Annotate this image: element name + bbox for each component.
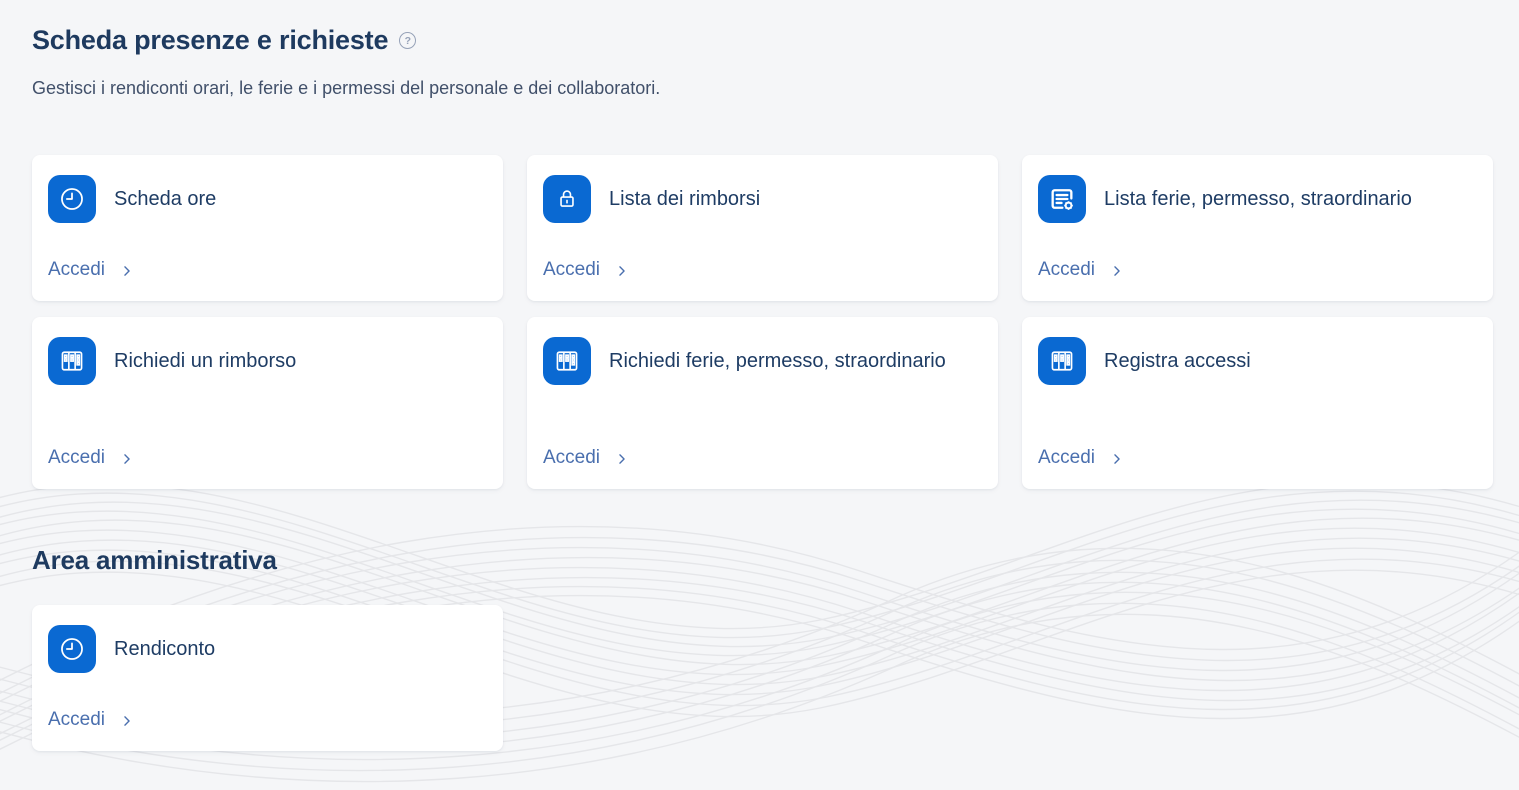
card-title: Rendiconto	[114, 636, 215, 662]
chevron-right-icon	[120, 452, 134, 466]
card-richiedi-rimborso[interactable]: Richiedi un rimborso Accedi	[32, 317, 503, 489]
card-scheda-ore[interactable]: Scheda ore Accedi	[32, 155, 503, 301]
page-header: Scheda presenze e richieste ? Gestisci i…	[32, 24, 1493, 99]
lock-icon	[543, 175, 591, 223]
accedi-link[interactable]: Accedi	[48, 447, 134, 469]
chevron-right-icon	[120, 264, 134, 278]
section-title-area-amministrativa: Area amministrativa	[32, 545, 1493, 575]
card-title: Lista dei rimborsi	[609, 186, 760, 212]
accedi-label: Accedi	[1038, 259, 1095, 281]
card-title: Registra accessi	[1104, 348, 1251, 374]
accedi-link[interactable]: Accedi	[543, 447, 629, 469]
lockers-icon	[48, 337, 96, 385]
card-title: Scheda ore	[114, 186, 216, 212]
accedi-link[interactable]: Accedi	[48, 709, 134, 731]
chevron-right-icon	[615, 264, 629, 278]
admin-cards-grid: Rendiconto Accedi	[32, 605, 1493, 751]
card-title: Lista ferie, permesso, straordinario	[1104, 186, 1412, 212]
chevron-right-icon	[615, 452, 629, 466]
cards-grid: Scheda ore Accedi	[32, 155, 1493, 489]
accedi-label: Accedi	[48, 447, 105, 469]
accedi-label: Accedi	[543, 447, 600, 469]
lockers-icon	[543, 337, 591, 385]
accedi-link[interactable]: Accedi	[1038, 259, 1124, 281]
list-settings-icon	[1038, 175, 1086, 223]
chevron-right-icon	[1110, 452, 1124, 466]
page-title: Scheda presenze e richieste	[32, 24, 388, 56]
page-subtitle: Gestisci i rendiconti orari, le ferie e …	[32, 77, 1493, 99]
chevron-right-icon	[120, 714, 134, 728]
accedi-label: Accedi	[48, 709, 105, 731]
accedi-link[interactable]: Accedi	[543, 259, 629, 281]
card-rendiconto[interactable]: Rendiconto Accedi	[32, 605, 503, 751]
accedi-label: Accedi	[1038, 447, 1095, 469]
card-title: Richiedi un rimborso	[114, 348, 296, 374]
clock-icon	[48, 625, 96, 673]
card-registra-accessi[interactable]: Registra accessi Accedi	[1022, 317, 1493, 489]
clock-icon	[48, 175, 96, 223]
main-content: Scheda presenze e richieste ? Gestisci i…	[0, 0, 1519, 751]
card-lista-ferie[interactable]: Lista ferie, permesso, straordinario Acc…	[1022, 155, 1493, 301]
card-richiedi-ferie[interactable]: Richiedi ferie, permesso, straordinario …	[527, 317, 998, 489]
accedi-link[interactable]: Accedi	[48, 259, 134, 281]
accedi-link[interactable]: Accedi	[1038, 447, 1124, 469]
help-icon[interactable]: ?	[399, 32, 416, 49]
accedi-label: Accedi	[48, 259, 105, 281]
lockers-icon	[1038, 337, 1086, 385]
card-title: Richiedi ferie, permesso, straordinario	[609, 348, 946, 374]
chevron-right-icon	[1110, 264, 1124, 278]
card-lista-rimborsi[interactable]: Lista dei rimborsi Accedi	[527, 155, 998, 301]
accedi-label: Accedi	[543, 259, 600, 281]
